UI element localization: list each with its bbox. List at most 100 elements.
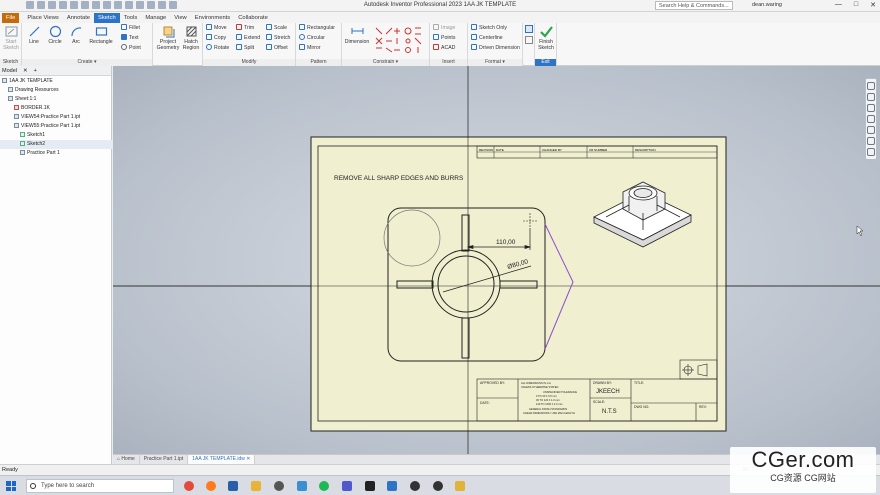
- maximize-icon[interactable]: □: [854, 1, 858, 9]
- tree-item-part[interactable]: Practice Part 1: [0, 149, 112, 158]
- epic-games-icon[interactable]: [365, 481, 375, 491]
- tab-annotate[interactable]: Annotate: [63, 13, 94, 23]
- tab-collaborate[interactable]: Collaborate: [234, 13, 272, 23]
- driven-dimension-button[interactable]: Driven Dimension: [471, 44, 520, 53]
- tree-item-folder[interactable]: Drawing Resources: [0, 86, 112, 95]
- sketch-only-button[interactable]: Sketch Only: [471, 24, 507, 33]
- mirror-button[interactable]: Mirror: [299, 44, 321, 53]
- user-account[interactable]: dean.waring: [752, 2, 782, 8]
- tree-item-sketch[interactable]: Sketch1: [0, 131, 112, 140]
- start-sketch-icon: [5, 26, 17, 37]
- navigation-bar[interactable]: [865, 78, 877, 160]
- close-icon[interactable]: ✕: [246, 456, 250, 462]
- offset-button[interactable]: Offset: [266, 44, 288, 53]
- copy-button[interactable]: Copy: [206, 34, 226, 43]
- rotate-button[interactable]: Rotate: [206, 44, 229, 53]
- tree-item-view[interactable]: VIEW55:Practice Part 1.ipt: [0, 122, 112, 131]
- firefox-icon[interactable]: [206, 481, 216, 491]
- acad-button[interactable]: ACAD: [433, 44, 455, 53]
- hatch-region-button[interactable]: Hatch Region: [180, 25, 202, 51]
- split-button[interactable]: Split: [236, 44, 254, 53]
- offset-icon: [266, 44, 272, 50]
- circle-button[interactable]: Circle: [44, 25, 66, 45]
- search-icon: [30, 483, 36, 489]
- move-button[interactable]: Move: [206, 24, 227, 33]
- circular-pattern-button[interactable]: Circular: [299, 34, 325, 43]
- centerline-button[interactable]: Centerline: [471, 34, 503, 43]
- panel-title-format[interactable]: Format ▾: [468, 59, 522, 66]
- look-at-icon[interactable]: [867, 137, 875, 145]
- tab-place-views[interactable]: Place Views: [23, 13, 62, 23]
- rectangular-pattern-button[interactable]: Rectangular: [299, 24, 335, 33]
- tab-file[interactable]: File: [2, 12, 20, 23]
- minimize-icon[interactable]: —: [835, 1, 842, 9]
- app-icon[interactable]: [433, 481, 443, 491]
- panel-title-constrain[interactable]: Constrain ▾: [342, 59, 429, 66]
- orbit-icon[interactable]: [867, 126, 875, 134]
- panel-title-create[interactable]: Create ▾: [22, 59, 152, 66]
- zoom-icon[interactable]: [867, 104, 875, 112]
- point-button[interactable]: Point: [121, 44, 141, 53]
- help-search-input[interactable]: Search Help & Commands...: [655, 1, 733, 10]
- tab-sketch[interactable]: Sketch: [94, 12, 120, 23]
- dimension-button[interactable]: Dimension: [343, 25, 371, 45]
- tree-item-sketch[interactable]: Sketch2: [0, 140, 112, 149]
- stretch-button[interactable]: Stretch: [266, 34, 290, 43]
- inventor-icon[interactable]: [455, 481, 465, 491]
- text-button[interactable]: Text: [121, 34, 139, 43]
- word-icon[interactable]: [387, 481, 397, 491]
- tab-view[interactable]: View: [170, 13, 190, 23]
- arc-button[interactable]: Arc: [65, 25, 87, 45]
- stretch-icon: [266, 34, 272, 40]
- extend-button[interactable]: Extend: [236, 34, 260, 43]
- graphics-window[interactable]: REVISION DATE CHANGED BY CR NUMBER DESCR…: [113, 66, 880, 454]
- rectangle-button[interactable]: Rectangle: [88, 25, 114, 45]
- tree-item-view[interactable]: VIEW54:Practice Part 1.ipt: [0, 113, 112, 122]
- tree-item-drawing[interactable]: 1AA JK TEMPLATE: [0, 77, 112, 86]
- tree-item-label: VIEW54:Practice Part 1.ipt: [21, 114, 81, 120]
- construction-toggle-icon[interactable]: [525, 25, 533, 33]
- pan-icon[interactable]: [867, 93, 875, 101]
- finish-sketch-button[interactable]: Finish Sketch: [535, 25, 557, 51]
- doc-tab-template[interactable]: 1AA JK TEMPLATE.idw ✕: [188, 455, 256, 464]
- tab-environments[interactable]: Environments: [191, 13, 234, 23]
- windows-start-icon[interactable]: [6, 481, 16, 491]
- close-icon[interactable]: ✕: [870, 1, 876, 9]
- ribbon-tabs: File Place Views Annotate Sketch Tools M…: [0, 12, 880, 23]
- tab-tools[interactable]: Tools: [120, 13, 142, 23]
- close-icon[interactable]: ✕: [23, 66, 28, 75]
- tree-item-label: Practice Part 1: [27, 150, 60, 156]
- doc-tab-practice-part[interactable]: Practice Part 1.ipt: [140, 455, 189, 464]
- drawing-canvas[interactable]: REVISION DATE CHANGED BY CR NUMBER DESCR…: [113, 66, 880, 454]
- image-button[interactable]: Image: [433, 24, 455, 33]
- spotify-icon[interactable]: [319, 481, 329, 491]
- line-button[interactable]: Line: [23, 25, 45, 45]
- browser-tab-model[interactable]: Model: [2, 66, 17, 75]
- obs-icon[interactable]: [274, 481, 284, 491]
- project-geometry-button[interactable]: Project Geometry: [155, 25, 181, 51]
- navbar-options-icon[interactable]: [867, 148, 875, 156]
- center-point-toggle-icon[interactable]: [525, 36, 533, 44]
- start-sketch-button[interactable]: Start Sketch: [0, 25, 22, 51]
- tab-manage[interactable]: Manage: [141, 13, 170, 23]
- points-button[interactable]: Points: [433, 34, 455, 43]
- rev-header-changed-by: CHANGED BY: [542, 148, 562, 152]
- constraint-icons-grid[interactable]: [374, 26, 428, 54]
- fillet-button[interactable]: Fillet: [121, 24, 140, 33]
- add-tab-icon[interactable]: +: [34, 66, 37, 75]
- zoom-window-icon[interactable]: [867, 115, 875, 123]
- steam-icon[interactable]: [410, 481, 420, 491]
- doc-tab-home[interactable]: ⌂ Home: [113, 455, 140, 464]
- photos-icon[interactable]: [297, 481, 307, 491]
- tree-item-sheet[interactable]: Sheet:1:1: [0, 95, 112, 104]
- steering-wheel-icon[interactable]: [867, 82, 875, 90]
- tree-item-border[interactable]: BORDER.1K: [0, 104, 112, 113]
- scale-button[interactable]: Scale: [266, 24, 287, 33]
- chrome-icon[interactable]: [184, 481, 194, 491]
- mail-icon[interactable]: [228, 481, 238, 491]
- trim-button[interactable]: Trim: [236, 24, 254, 33]
- teams-icon[interactable]: [342, 481, 352, 491]
- file-explorer-icon[interactable]: [251, 481, 261, 491]
- linear-dimension-text[interactable]: 110,00: [496, 239, 516, 246]
- taskbar-search-input[interactable]: Type here to search: [26, 479, 174, 493]
